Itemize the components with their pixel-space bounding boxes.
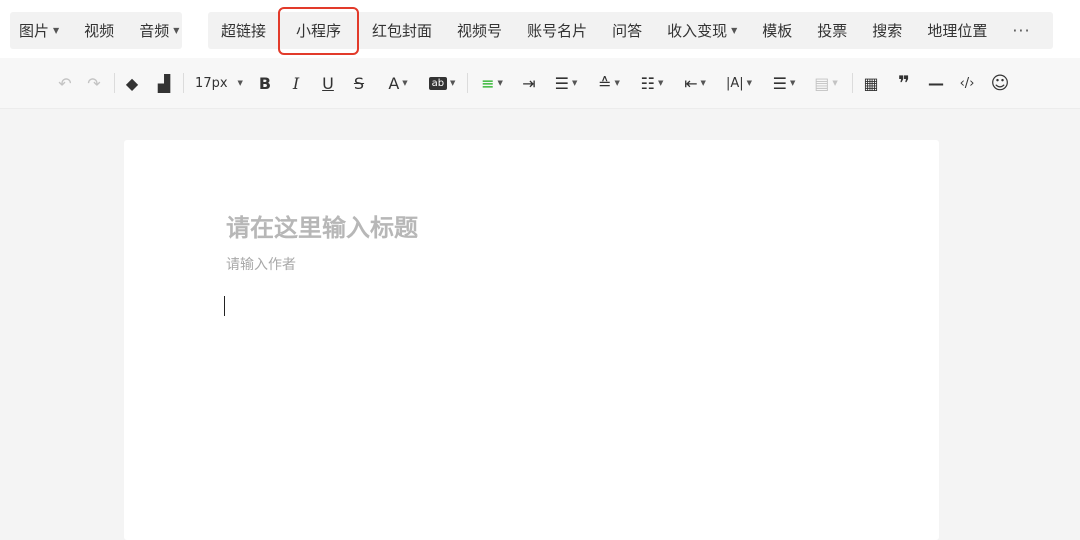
chevron-down-icon: ▼	[746, 79, 753, 87]
underline-icon[interactable]: U	[318, 58, 338, 108]
code-icon[interactable]: ‹/›	[955, 58, 979, 108]
channels-label: 视频号	[457, 22, 503, 40]
location-button[interactable]: 地理位置	[927, 20, 987, 41]
mini-program-button[interactable]: 小程序	[278, 6, 360, 55]
audio-menu-label: 音频	[139, 22, 170, 40]
chevron-down-icon: ▼	[53, 26, 60, 35]
emoji-icon[interactable]: ☺	[988, 58, 1012, 108]
separator	[183, 73, 184, 93]
chevron-down-icon: ▼	[497, 79, 503, 87]
hyperlink-button[interactable]: 超链接	[221, 20, 266, 41]
insert-group: 超链接 小程序 红包封面 视频号 账号名片 问答 收入变现 ▼ 模板 投票 搜索…	[208, 6, 1053, 55]
qa-button[interactable]: 问答	[612, 20, 642, 41]
text-indent-icon[interactable]: ⇤ ▼	[679, 58, 711, 108]
bold-icon[interactable]: B	[255, 58, 275, 108]
red-envelope-cover-button[interactable]: 红包封面	[372, 20, 432, 41]
letter-spacing-icon[interactable]: |A| ▼	[721, 58, 757, 108]
paragraph-align-icon[interactable]: ☰ ▼	[550, 58, 582, 108]
video-menu[interactable]: 视频	[84, 20, 114, 41]
search-label: 搜索	[872, 22, 903, 40]
vote-button[interactable]: 投票	[817, 20, 847, 41]
editor-page: 请在这里输入标题 请输入作者	[124, 140, 939, 540]
align-icon[interactable]: ≡ ▼	[476, 58, 508, 108]
redo-icon[interactable]: ↷	[84, 58, 104, 108]
chevron-down-icon: ▼	[832, 79, 838, 87]
separator	[467, 73, 468, 93]
undo-icon[interactable]: ↶	[55, 58, 75, 108]
chevron-down-icon: ▼	[237, 79, 243, 87]
italic-icon[interactable]: I	[286, 58, 306, 108]
hyperlink-label: 超链接	[221, 22, 267, 40]
template-button[interactable]: 模板	[762, 20, 792, 41]
more-icon: ···	[1012, 21, 1031, 40]
chevron-down-icon: ▼	[657, 79, 664, 87]
account-card-label: 账号名片	[527, 22, 588, 40]
chevron-down-icon: ▼	[700, 79, 706, 87]
disabled-format-icon: ▤ ▼	[814, 73, 838, 93]
background-color-icon[interactable]: ab ▼	[426, 58, 458, 108]
font-size-value: 17px	[195, 75, 228, 91]
separator	[114, 73, 115, 93]
image-menu[interactable]: 图片 ▼	[19, 20, 59, 41]
mini-program-label: 小程序	[296, 22, 342, 40]
list-icon[interactable]: ☰ ▼	[768, 58, 800, 108]
qa-label: 问答	[612, 22, 643, 40]
more-button[interactable]: ···	[1012, 21, 1030, 40]
line-spacing-icon[interactable]: ≙ ▼	[593, 58, 625, 108]
format-toolbar: ↶ ↷ ◆ ▟ 17px ▼ B I U S A ▼ ab ▼ ≡ ▼ ⇥ ☰ ▼ ≙ ▼ …	[0, 58, 1080, 109]
divider-icon[interactable]: —	[925, 58, 947, 108]
table-icon[interactable]: ▦	[860, 58, 882, 108]
separator	[852, 73, 853, 93]
chevron-down-icon: ▼	[402, 79, 408, 87]
quote-icon[interactable]: ❞	[893, 58, 915, 108]
paragraph-spacing-icon[interactable]: ☷ ▼	[636, 58, 668, 108]
template-label: 模板	[762, 22, 793, 40]
red-envelope-cover-label: 红包封面	[372, 22, 433, 40]
chevron-down-icon: ▼	[789, 79, 796, 87]
top-toolbar: 图片 ▼ 视频 音频 ▼ 超链接 小程序 红包封面 视频号 账号名片 问答 收入…	[0, 0, 1080, 58]
chevron-down-icon: ▼	[571, 79, 578, 87]
author-input[interactable]: 请输入作者	[226, 254, 296, 274]
location-label: 地理位置	[927, 22, 988, 40]
channels-button[interactable]: 视频号	[457, 20, 502, 41]
format-painter-icon[interactable]: ▟	[154, 58, 174, 108]
video-menu-label: 视频	[84, 22, 115, 40]
account-card-button[interactable]: 账号名片	[527, 20, 587, 41]
text-cursor	[224, 296, 225, 316]
font-size-select[interactable]: 17px ▼	[193, 58, 245, 108]
media-group: 图片 ▼ 视频 音频 ▼	[10, 12, 182, 49]
monetize-label: 收入变现	[667, 22, 728, 40]
indent-icon[interactable]: ⇥	[518, 58, 540, 108]
monetize-menu[interactable]: 收入变现 ▼	[667, 20, 737, 41]
strikethrough-icon[interactable]: S	[349, 58, 369, 108]
font-color-icon[interactable]: A ▼	[382, 58, 414, 108]
chevron-down-icon: ▼	[614, 79, 620, 87]
vote-label: 投票	[817, 22, 848, 40]
image-menu-label: 图片	[19, 22, 50, 40]
chevron-down-icon: ▼	[173, 26, 180, 35]
chevron-down-icon: ▼	[450, 79, 456, 87]
search-button[interactable]: 搜索	[872, 20, 902, 41]
clear-format-icon[interactable]: ◆	[122, 58, 142, 108]
title-input[interactable]: 请在这里输入标题	[226, 208, 418, 243]
chevron-down-icon: ▼	[731, 26, 738, 35]
audio-menu[interactable]: 音频 ▼	[139, 20, 179, 41]
